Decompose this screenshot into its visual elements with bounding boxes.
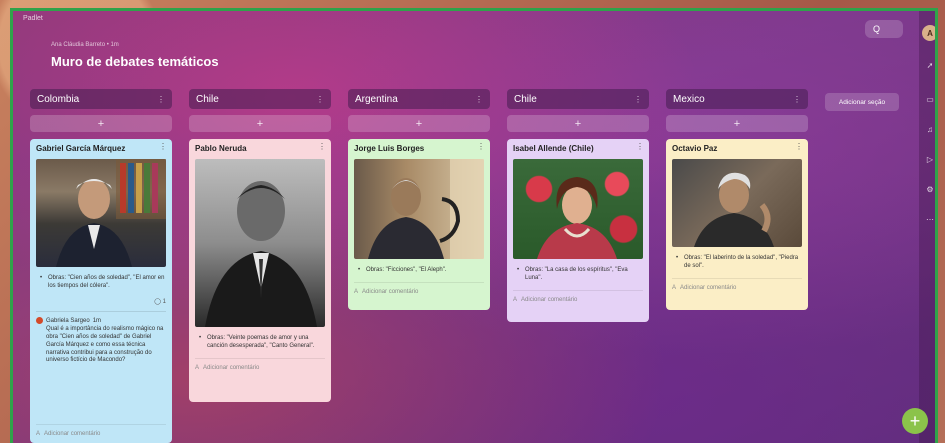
section-mexico: Mexico ⋮ + Octavio Paz ⋮ Obras: "El labe… [666, 89, 808, 310]
post-title: Octavio Paz [672, 144, 718, 153]
right-rail: A ➚ ▭ ♫ ▷ ⚙ ⋯ [919, 11, 935, 443]
reaction-counter[interactable]: ◯ 1 [36, 298, 166, 305]
post-menu-icon[interactable]: ⋮ [477, 142, 485, 151]
add-comment-placeholder: Adicionar comentário [362, 289, 419, 296]
portrait-illustration [368, 159, 484, 259]
add-post-button[interactable]: + [30, 115, 172, 132]
section-header[interactable]: Argentina ⋮ [348, 89, 490, 109]
post-card[interactable]: Octavio Paz ⋮ Obras: "El laberinto de la… [666, 139, 808, 310]
search-button[interactable]: Q [865, 20, 903, 38]
post-title: Pablo Neruda [195, 144, 247, 153]
commenter-self-icon: A [672, 285, 677, 292]
post-menu-icon[interactable]: ⋮ [636, 142, 644, 151]
add-post-button[interactable]: + [348, 115, 490, 132]
add-comment-placeholder: Adicionar comentário [521, 297, 578, 304]
section-argentina: Argentina ⋮ + Jorge Luis Borges ⋮ Obras:… [348, 89, 490, 310]
section-menu-icon[interactable]: ⋮ [793, 95, 801, 104]
post-title: Isabel Allende (Chile) [513, 144, 594, 153]
section-chile-2: Chile ⋮ + Isabel Allende (Chile) ⋮ Obras… [507, 89, 649, 322]
comment-header: Gabriela Sargeo 1m [36, 317, 166, 325]
section-title: Chile [514, 93, 537, 105]
commenter-name: Gabriela Sargeo [46, 317, 90, 324]
post-title: Gabriel García Márquez [36, 144, 126, 153]
wall-author-line: Ana Cláudia Barreto • 1m [51, 42, 119, 48]
section-header[interactable]: Mexico ⋮ [666, 89, 808, 109]
portrait-illustration [205, 181, 317, 327]
portrait-illustration [694, 172, 774, 247]
section-title: Chile [196, 93, 219, 105]
post-body-bullet: Obras: "Ficciones", "El Aleph". [354, 266, 484, 274]
plus-icon: + [909, 410, 921, 431]
post-card[interactable]: Jorge Luis Borges ⋮ Obras: "Ficciones", … [348, 139, 490, 310]
portrait-illustration [537, 177, 617, 259]
section-menu-icon[interactable]: ⋮ [316, 95, 324, 104]
reaction-count: 1 [162, 299, 166, 306]
section-menu-icon[interactable]: ⋮ [634, 95, 642, 104]
commenter-avatar [36, 317, 43, 325]
add-comment-placeholder: Adicionar comentário [203, 365, 260, 372]
add-post-button[interactable]: + [507, 115, 649, 132]
portrait-photo [672, 159, 802, 247]
add-comment-field[interactable]: A Adicionar comentário [354, 282, 484, 295]
padlet-window: Padlet Ana Cláudia Barreto • 1m Muro de … [10, 8, 938, 443]
post-body-bullet: Obras: "La casa de los espíritus", "Eva … [513, 266, 643, 282]
remake-icon[interactable]: ▷ [922, 151, 935, 167]
section-title: Argentina [355, 93, 398, 105]
portrait-photo [513, 159, 643, 259]
commenter-self-icon: A [354, 289, 359, 296]
post-card[interactable]: Gabriel García Márquez ⋮ Obras: "Cien añ… [30, 139, 172, 443]
wall-title[interactable]: Muro de debates temáticos [51, 54, 219, 69]
section-title: Colombia [37, 93, 80, 105]
comment-icon: ◯ [154, 299, 161, 306]
post-title: Jorge Luis Borges [354, 144, 425, 153]
more-icon[interactable]: ⋯ [922, 211, 935, 227]
commenter-self-icon: A [513, 297, 518, 304]
commenter-self-icon: A [195, 365, 200, 372]
section-header[interactable]: Chile ⋮ [189, 89, 331, 109]
share-icon[interactable]: ➚ [922, 57, 935, 73]
section-header[interactable]: Chile ⋮ [507, 89, 649, 109]
section-menu-icon[interactable]: ⋮ [157, 95, 165, 104]
add-post-fab[interactable]: + [902, 408, 928, 434]
post-menu-icon[interactable]: ⋮ [159, 142, 167, 151]
post-card[interactable]: Isabel Allende (Chile) ⋮ Obras: "La casa… [507, 139, 649, 322]
notifications-icon[interactable]: ♫ [922, 121, 935, 137]
portrait-photo [195, 159, 325, 327]
post-body-bullet: Obras: "Cien años de soledad", "El amor … [36, 274, 166, 290]
user-avatar[interactable]: A [922, 25, 935, 41]
app-name: Padlet [23, 15, 43, 22]
portrait-photo [354, 159, 484, 259]
add-comment-field[interactable]: A Adicionar comentário [513, 290, 643, 303]
add-comment-placeholder: Adicionar comentário [44, 431, 101, 437]
post-card[interactable]: Pablo Neruda ⋮ Obras: "Veinte poemas de … [189, 139, 331, 402]
portrait-photo [36, 159, 166, 267]
add-post-button[interactable]: + [666, 115, 808, 132]
section-chile: Chile ⋮ + Pablo Neruda ⋮ Obras: "Veinte … [189, 89, 331, 402]
post-body-bullet: Obras: "El laberinto de la soledad", "Pi… [672, 254, 802, 270]
add-section-button[interactable]: Adicionar seção [825, 93, 899, 111]
commenter-self-icon: A [36, 431, 41, 437]
portrait-illustration [56, 159, 166, 267]
section-menu-icon[interactable]: ⋮ [475, 95, 483, 104]
section-title: Mexico [673, 93, 705, 105]
add-comment-placeholder: Adicionar comentário [680, 285, 737, 292]
section-header[interactable]: Colombia ⋮ [30, 89, 172, 109]
add-comment-field[interactable]: A Adicionar comentário [672, 278, 802, 291]
add-comment-field[interactable]: A Adicionar comentário [195, 358, 325, 371]
comment-item: Gabriela Sargeo 1m Qual é a importância … [36, 311, 166, 365]
slideshow-icon[interactable]: ▭ [922, 91, 935, 107]
comment-text: Qual é a importância do realismo mágico … [46, 326, 164, 364]
search-icon: Q [873, 24, 881, 34]
comment-time: 1m [92, 317, 102, 324]
settings-icon[interactable]: ⚙ [922, 181, 935, 197]
section-colombia: Colombia ⋮ + Gabriel García Márquez ⋮ • … [30, 89, 172, 443]
post-body-bullet: Obras: "Veinte poemas de amor y una canc… [195, 334, 325, 350]
add-comment-field[interactable]: A Adicionar comentário [36, 424, 166, 437]
post-menu-icon[interactable]: ⋮ [795, 142, 803, 151]
add-post-button[interactable]: + [189, 115, 331, 132]
post-menu-icon[interactable]: ⋮ [318, 142, 326, 151]
